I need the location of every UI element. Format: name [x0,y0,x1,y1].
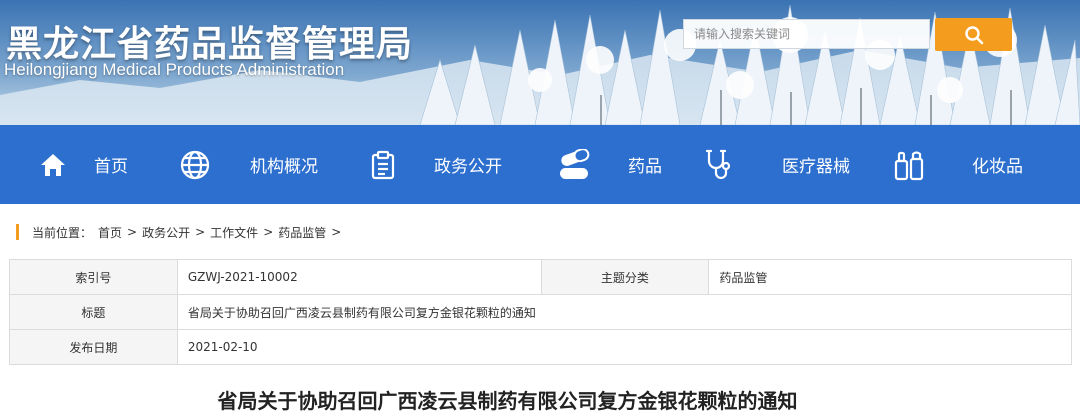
stethoscope-icon [702,148,736,182]
breadcrumb-separator: > [127,225,138,239]
breadcrumb-prefix: 当前位置： [32,225,93,240]
breadcrumb-item-work-docs[interactable]: 工作文件 [210,224,258,241]
main-nav: 首页 机构概况 政务公开 药品 医疗器械 化妆品 [0,125,1080,204]
article-title: 省局关于协助召回广西凌云县制药有限公司复方金银花颗粒的通知 [217,389,798,413]
nav-label: 药品 [628,157,662,177]
index-label: 索引号 [9,259,178,295]
search-icon [964,25,983,44]
nav-item-medical-devices[interactable]: 医疗器械 [702,125,850,204]
nav-item-gov-affairs[interactable]: 政务公开 [366,125,502,204]
index-value: GZWJ-2021-10002 [176,259,542,295]
table-row: 发布日期 2021-02-10 [9,329,1073,365]
category-value: 药品监管 [708,259,1072,295]
date-value: 2021-02-10 [176,329,1073,365]
table-row: 标题 省局关于协助召回广西凌云县制药有限公司复方金银花颗粒的通知 [9,294,1073,330]
search-button[interactable] [935,18,1012,51]
nav-label: 化妆品 [972,157,1023,177]
search-input[interactable] [683,19,930,49]
nav-item-cosmetics[interactable]: 化妆品 [892,125,1023,204]
nav-label: 首页 [94,157,128,177]
nav-item-drugs[interactable]: 药品 [558,125,662,204]
breadcrumb-item-gov-affairs[interactable]: 政务公开 [142,224,190,241]
breadcrumb: 当前位置： 首页 > 政务公开 > 工作文件 > 药品监管 > [16,223,346,241]
nav-label: 机构概况 [250,157,318,177]
document-info-table: 索引号 GZWJ-2021-10002 主题分类 药品监管 标题 省局关于协助召… [9,259,1073,365]
home-icon [36,148,70,182]
date-label: 发布日期 [9,329,178,365]
nav-label: 医疗器械 [782,157,850,177]
pills-icon [558,148,592,182]
breadcrumb-item-home[interactable]: 首页 [98,224,122,241]
breadcrumb-accent-bar [16,224,19,240]
nav-item-home[interactable]: 首页 [36,125,128,204]
cosmetics-icon [892,148,926,182]
site-subtitle: Heilongjiang Medical Products Administra… [4,60,345,79]
globe-icon [178,148,212,182]
nav-label: 政务公开 [434,157,502,177]
title-value: 省局关于协助召回广西凌云县制药有限公司复方金银花颗粒的通知 [176,294,1073,330]
breadcrumb-separator: > [331,225,342,239]
title-label: 标题 [9,294,178,330]
breadcrumb-separator: > [263,225,274,239]
header-banner: 黑龙江省药品监督管理局 Heilongjiang Medical Product… [0,0,1080,125]
breadcrumb-separator: > [195,225,206,239]
breadcrumb-item-drug-regulation[interactable]: 药品监管 [278,224,326,241]
nav-item-organization[interactable]: 机构概况 [178,125,318,204]
clipboard-icon [366,148,400,182]
table-row: 索引号 GZWJ-2021-10002 主题分类 药品监管 [9,259,1072,295]
category-label: 主题分类 [540,259,710,295]
